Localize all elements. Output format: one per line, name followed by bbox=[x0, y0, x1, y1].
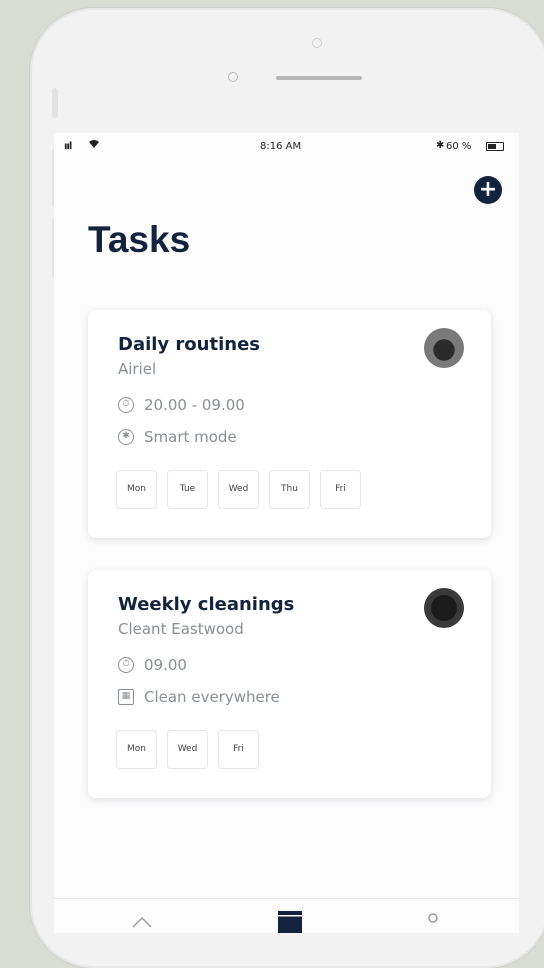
day-chip-mon[interactable]: Mon bbox=[116, 730, 157, 769]
days-list: Mon Tue Wed Thu Fri bbox=[116, 470, 361, 509]
calendar-icon[interactable] bbox=[278, 911, 302, 933]
profile-icon[interactable] bbox=[427, 913, 439, 933]
task-mode: Clean everywhere bbox=[144, 688, 280, 706]
day-chip-tue[interactable]: Tue bbox=[167, 470, 208, 509]
days-list: Mon Wed Fri bbox=[116, 730, 259, 769]
signal-icon: ııl bbox=[64, 141, 72, 152]
task-time: 09.00 bbox=[144, 656, 187, 674]
status-time: 8:16 AM bbox=[260, 141, 302, 152]
battery-icon bbox=[486, 142, 504, 151]
task-mode-row: ✱ Smart mode bbox=[118, 428, 237, 446]
app-screen: ııl 8:16 AM ✱ 60 % + Tasks Daily routine… bbox=[54, 133, 519, 933]
clock-icon: ⏱ bbox=[118, 397, 134, 413]
front-camera bbox=[228, 72, 238, 82]
day-chip-wed[interactable]: Wed bbox=[167, 730, 208, 769]
task-title: Weekly cleanings bbox=[118, 594, 295, 615]
task-mode-row: ▦ Clean everywhere bbox=[118, 688, 280, 706]
status-bar: ııl 8:16 AM ✱ 60 % bbox=[54, 133, 519, 161]
bluetooth-icon: ✱ bbox=[436, 140, 445, 151]
tab-bar bbox=[54, 898, 519, 933]
task-time-row: ⏱ 20.00 - 09.00 bbox=[118, 396, 245, 414]
earpiece-speaker bbox=[276, 76, 362, 80]
map-icon: ▦ bbox=[118, 689, 134, 705]
proximity-sensor bbox=[312, 38, 322, 48]
day-chip-wed[interactable]: Wed bbox=[218, 470, 259, 509]
plus-icon: + bbox=[478, 177, 498, 202]
task-owner: Cleant Eastwood bbox=[118, 620, 244, 638]
task-card-weekly-cleanings[interactable]: Weekly cleanings Cleant Eastwood ⏱ 09.00… bbox=[88, 570, 491, 798]
page-title: Tasks bbox=[88, 219, 191, 260]
wifi-icon bbox=[88, 139, 100, 152]
add-task-button[interactable]: + bbox=[474, 176, 502, 204]
home-icon[interactable] bbox=[131, 915, 153, 933]
day-chip-fri[interactable]: Fri bbox=[320, 470, 361, 509]
day-chip-mon[interactable]: Mon bbox=[116, 470, 157, 509]
battery-fill bbox=[488, 144, 497, 149]
task-card-daily-routines[interactable]: Daily routines Airiel ⏱ 20.00 - 09.00 ✱ … bbox=[88, 310, 491, 538]
task-mode: Smart mode bbox=[144, 428, 237, 446]
day-chip-thu[interactable]: Thu bbox=[269, 470, 310, 509]
mute-switch bbox=[52, 88, 58, 118]
day-chip-fri[interactable]: Fri bbox=[218, 730, 259, 769]
robot-avatar bbox=[424, 588, 464, 628]
task-time-row: ⏱ 09.00 bbox=[118, 656, 187, 674]
smart-mode-icon: ✱ bbox=[118, 429, 134, 445]
task-title: Daily routines bbox=[118, 334, 260, 355]
robot-avatar bbox=[424, 328, 464, 368]
battery-percent: 60 % bbox=[446, 141, 472, 152]
task-owner: Airiel bbox=[118, 360, 157, 378]
task-time: 20.00 - 09.00 bbox=[144, 396, 245, 414]
clock-icon: ⏱ bbox=[118, 657, 134, 673]
